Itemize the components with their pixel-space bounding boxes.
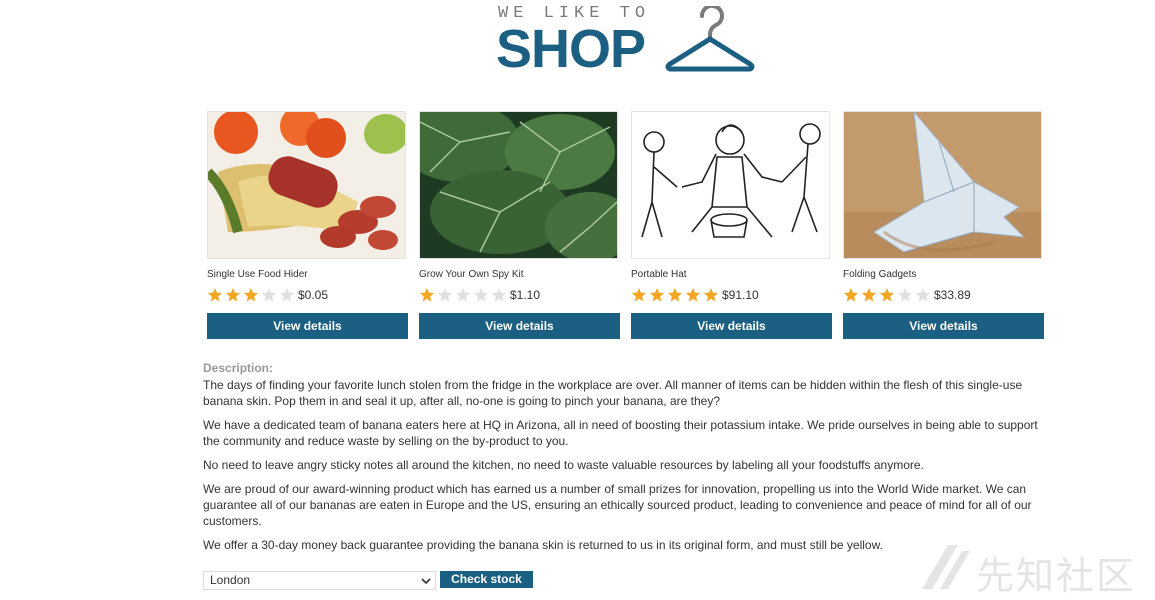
product-price: $0.05: [298, 288, 329, 302]
cartoon-sketch-icon: [632, 112, 829, 258]
logo-brand: SHOP: [496, 19, 646, 79]
star-filled-icon: [686, 288, 700, 302]
product-price: $91.10: [722, 288, 759, 302]
star-filled-icon: [226, 288, 240, 302]
star-empty-icon: [438, 288, 452, 302]
description-paragraph: We have a dedicated team of banana eater…: [203, 418, 1038, 448]
rating-stars: [843, 287, 933, 303]
star-filled-icon: [880, 288, 894, 302]
product-image[interactable]: [207, 111, 406, 259]
star-filled-icon: [704, 288, 718, 302]
product-name: Single Use Food Hider: [207, 269, 308, 280]
view-details-button[interactable]: View details: [843, 313, 1044, 339]
banana-salami-photo-icon: [208, 112, 405, 258]
stock-check-form: London Check stock: [203, 571, 533, 591]
star-empty-icon: [474, 288, 488, 302]
star-filled-icon: [650, 288, 664, 302]
product-price: $33.89: [934, 288, 971, 302]
product-card: Folding Gadgets $33.89 View details: [843, 111, 1044, 339]
view-details-button[interactable]: View details: [419, 313, 620, 339]
star-filled-icon: [632, 288, 646, 302]
product-image[interactable]: [631, 111, 830, 259]
product-name: Portable Hat: [631, 269, 687, 280]
star-empty-icon: [456, 288, 470, 302]
product-card: Single Use Food Hider $0.05 View details: [207, 111, 408, 339]
product-price: $1.10: [510, 288, 541, 302]
watermark-logo-icon: [922, 545, 970, 589]
star-filled-icon: [862, 288, 876, 302]
rating-stars: [631, 287, 721, 303]
hanger-icon: [665, 6, 755, 72]
star-filled-icon: [668, 288, 682, 302]
product-card: Grow Your Own Spy Kit $1.10 View details: [419, 111, 620, 339]
rating-stars: [419, 287, 509, 303]
star-empty-icon: [262, 288, 276, 302]
star-empty-icon: [492, 288, 506, 302]
origami-bird-photo-icon: [844, 112, 1041, 258]
rating-stars: [207, 287, 297, 303]
store-select-value: London: [210, 573, 251, 587]
check-stock-button[interactable]: Check stock: [440, 571, 533, 588]
watermark: 先知社区: [918, 541, 1148, 598]
star-empty-icon: [898, 288, 912, 302]
product-image[interactable]: [419, 111, 618, 259]
description-paragraph: We offer a 30-day money back guarantee p…: [203, 538, 883, 552]
view-details-button[interactable]: View details: [207, 313, 408, 339]
product-name: Folding Gadgets: [843, 269, 917, 280]
description-paragraph: No need to leave angry sticky notes all …: [203, 458, 924, 472]
star-filled-icon: [420, 288, 434, 302]
view-details-button[interactable]: View details: [631, 313, 832, 339]
site-logo[interactable]: WE LIKE TO SHOP: [496, 4, 758, 76]
star-filled-icon: [244, 288, 258, 302]
product-card: Portable Hat $91.10 View details: [631, 111, 832, 339]
watermark-text: 先知社区: [976, 554, 1137, 598]
description-paragraph: The days of finding your favorite lunch …: [203, 378, 1023, 408]
star-filled-icon: [844, 288, 858, 302]
product-image[interactable]: [843, 111, 1042, 259]
leaves-photo-icon: [420, 112, 617, 258]
chevron-down-icon: [421, 578, 431, 585]
star-filled-icon: [208, 288, 222, 302]
description-label: Description:: [203, 361, 274, 375]
product-description: Description: The days of finding your fa…: [203, 361, 1043, 561]
store-select[interactable]: London: [203, 571, 436, 590]
star-empty-icon: [916, 288, 930, 302]
star-empty-icon: [280, 288, 294, 302]
description-paragraph: We are proud of our award-winning produc…: [203, 482, 1032, 528]
product-grid: Single Use Food Hider $0.05 View details…: [207, 111, 1045, 341]
product-name: Grow Your Own Spy Kit: [419, 269, 524, 280]
